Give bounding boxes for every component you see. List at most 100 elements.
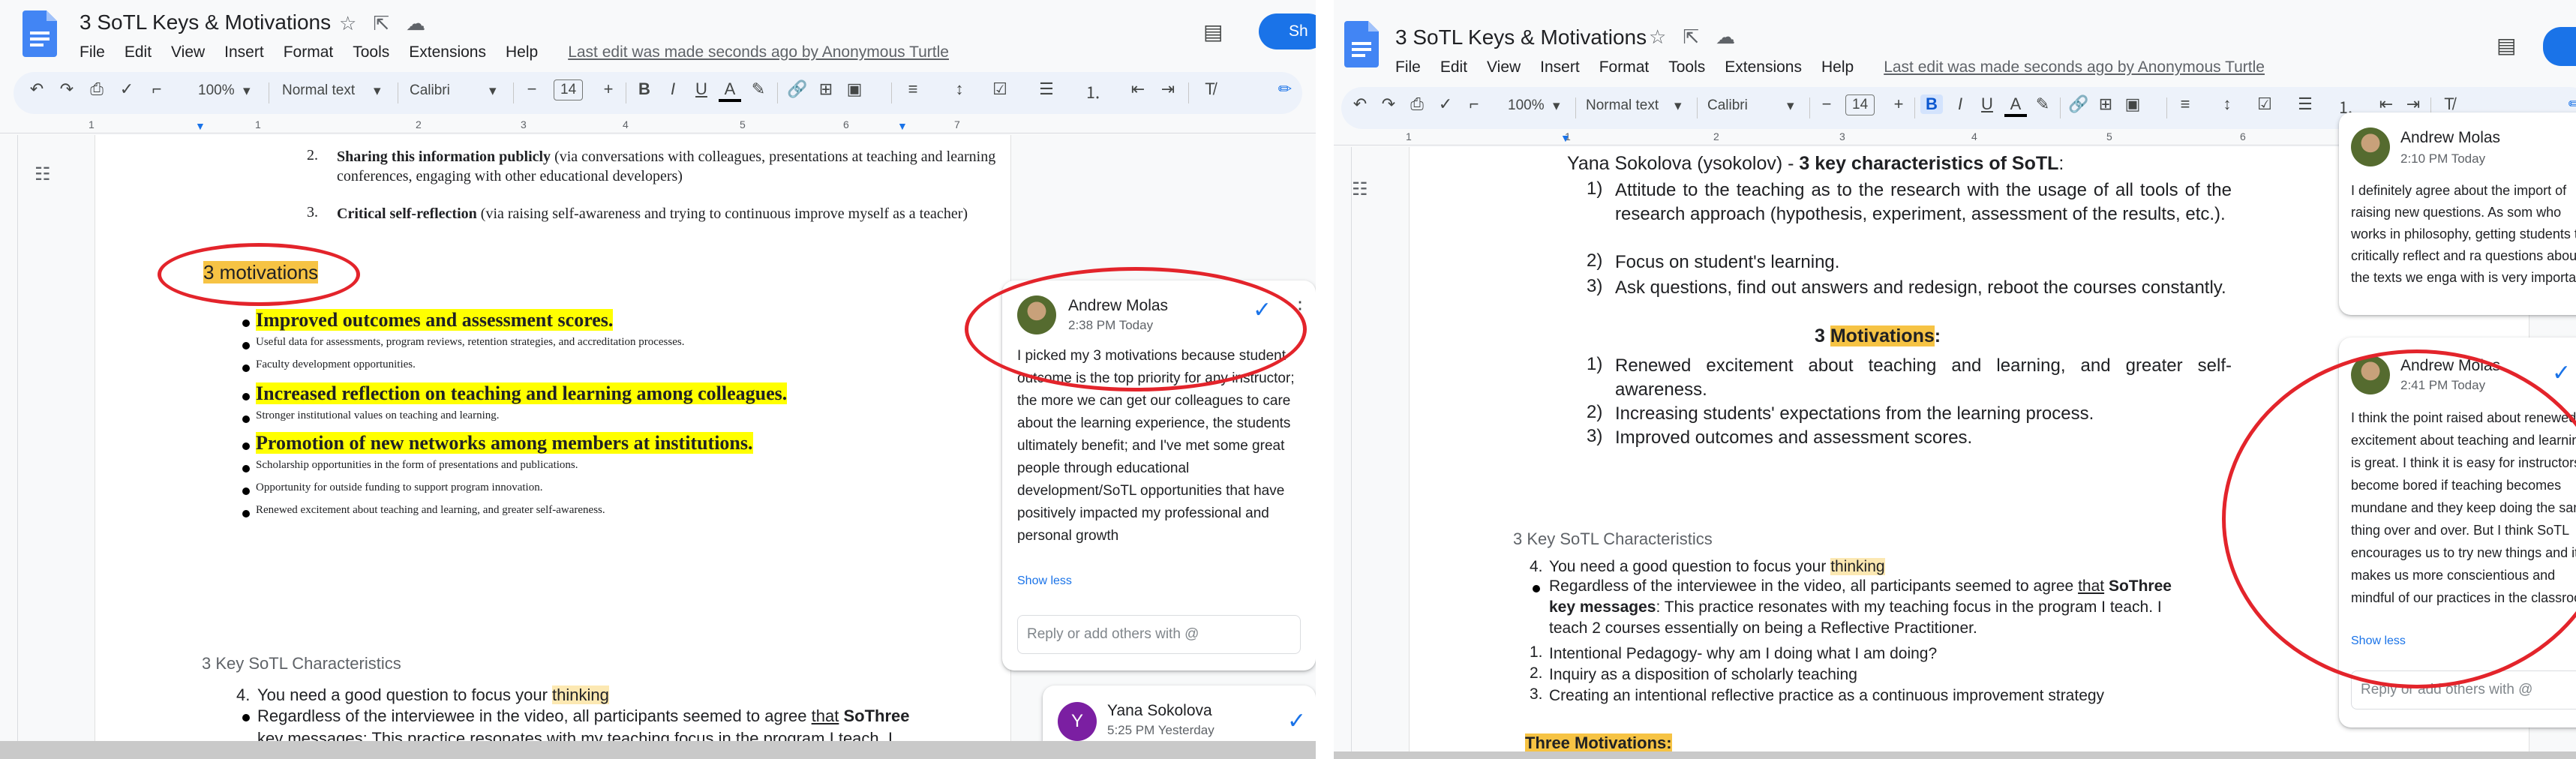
menu-help[interactable]: Help xyxy=(1821,58,1854,76)
clear-format-icon[interactable]: T̸ xyxy=(2438,94,2460,114)
bullet-list-icon[interactable]: ☰ xyxy=(1035,80,1058,99)
checklist-icon[interactable]: ☑ xyxy=(989,80,1011,99)
menu-tools[interactable]: Tools xyxy=(353,44,389,62)
edit-mode-icon[interactable]: ✏ xyxy=(2564,94,2576,114)
vertical-ruler[interactable] xyxy=(1334,147,1352,759)
reply-input[interactable]: Reply or add others with @ xyxy=(1017,615,1301,654)
heading-word[interactable]: Motivations xyxy=(1830,326,1935,346)
share-button[interactable] xyxy=(2543,27,2576,66)
show-less-link[interactable]: Show less xyxy=(1017,574,1072,588)
docs-logo-icon[interactable] xyxy=(1344,21,1379,68)
zoom-select[interactable]: 100% xyxy=(198,82,235,99)
menu-file[interactable]: File xyxy=(1395,58,1421,76)
font-size-input[interactable]: 14 xyxy=(1845,94,1875,116)
outline-icon[interactable]: ☷ xyxy=(1352,178,1376,202)
docs-logo-icon[interactable] xyxy=(23,10,57,57)
clear-format-icon[interactable]: T̸ xyxy=(1199,80,1221,99)
menu-format[interactable]: Format xyxy=(1599,58,1650,76)
menu-insert[interactable]: Insert xyxy=(1540,58,1580,76)
menu-format[interactable]: Format xyxy=(284,44,334,62)
commented-text[interactable]: thinking xyxy=(552,686,609,704)
comment-history-icon[interactable]: ▤ xyxy=(1203,20,1223,44)
font-size-increase-button[interactable]: + xyxy=(1887,94,1910,114)
comment-history-icon[interactable]: ▤ xyxy=(2496,33,2516,58)
last-edit-link[interactable]: Last edit was made seconds ago by Anonym… xyxy=(1884,58,2265,76)
text-color-button[interactable]: A xyxy=(719,80,741,102)
chevron-down-icon[interactable]: ▾ xyxy=(1674,98,1682,115)
text-color-button[interactable]: A xyxy=(2004,94,2027,117)
chevron-down-icon[interactable]: ▾ xyxy=(1787,98,1794,115)
resolve-check-icon[interactable]: ✓ xyxy=(1287,708,1306,734)
line-spacing-icon[interactable]: ↕ xyxy=(2216,94,2238,114)
horizontal-scrollbar[interactable] xyxy=(0,741,1316,759)
menu-view[interactable]: View xyxy=(171,44,205,62)
menu-view[interactable]: View xyxy=(1487,58,1521,76)
chevron-down-icon[interactable]: ▾ xyxy=(1553,98,1560,115)
menu-insert[interactable]: Insert xyxy=(224,44,264,62)
menu-edit[interactable]: Edit xyxy=(1440,58,1467,76)
chevron-down-icon[interactable]: ▾ xyxy=(489,82,497,100)
resolve-check-icon[interactable]: ✓ xyxy=(2552,360,2571,386)
commented-text[interactable]: thinking xyxy=(1830,558,1885,575)
horizontal-scrollbar[interactable] xyxy=(1334,752,2576,759)
menu-extensions[interactable]: Extensions xyxy=(1725,58,1802,76)
align-icon[interactable]: ≡ xyxy=(902,80,924,99)
edit-mode-icon[interactable]: ✏ xyxy=(1274,80,1296,99)
line-spacing-icon[interactable]: ↕ xyxy=(948,80,971,99)
menu-extensions[interactable]: Extensions xyxy=(409,44,486,62)
numbered-list-icon[interactable]: ⒈ xyxy=(1082,80,1104,104)
italic-button[interactable]: I xyxy=(1949,94,1971,114)
add-comment-icon[interactable]: ⊞ xyxy=(815,80,837,99)
horizontal-ruler[interactable]: 1 1 2 3 4 5 6 7 ▼ ▼ xyxy=(0,117,1316,134)
vertical-ruler[interactable] xyxy=(0,135,18,759)
align-icon[interactable]: ≡ xyxy=(2174,94,2196,114)
comment-card[interactable]: Andrew Molas 2:10 PM Today I definitely … xyxy=(2339,112,2576,315)
print-icon[interactable]: ⎙ xyxy=(1406,94,1428,114)
redo-icon[interactable]: ↷ xyxy=(56,80,78,99)
cloud-icon[interactable]: ☁ xyxy=(1716,26,1735,49)
spellcheck-icon[interactable]: ✓ xyxy=(116,80,138,99)
add-comment-icon[interactable]: ⊞ xyxy=(2094,94,2117,114)
checklist-icon[interactable]: ☑ xyxy=(2253,94,2276,114)
redo-icon[interactable]: ↷ xyxy=(1377,94,1400,114)
indent-marker[interactable]: ▼ xyxy=(897,120,908,132)
menu-edit[interactable]: Edit xyxy=(125,44,152,62)
indent-increase-icon[interactable]: ⇥ xyxy=(1157,80,1179,99)
menu-file[interactable]: File xyxy=(80,44,105,62)
highlight-icon[interactable]: ✎ xyxy=(747,80,770,99)
indent-marker[interactable]: ▼ xyxy=(195,120,206,132)
indent-decrease-icon[interactable]: ⇤ xyxy=(2375,94,2397,114)
italic-button[interactable]: I xyxy=(662,80,684,99)
font-select[interactable]: Calibri xyxy=(410,82,450,99)
highlight-icon[interactable]: ✎ xyxy=(2031,94,2054,114)
style-select[interactable]: Normal text xyxy=(282,82,355,99)
doc-title[interactable]: 3 SoTL Keys & Motivations xyxy=(1395,26,1647,50)
font-size-increase-button[interactable]: + xyxy=(597,80,620,99)
font-size-decrease-button[interactable]: − xyxy=(1815,94,1838,114)
underline-button[interactable]: U xyxy=(1976,94,1998,114)
doc-title[interactable]: 3 SoTL Keys & Motivations xyxy=(80,10,331,34)
star-icon[interactable]: ☆ xyxy=(1649,26,1666,49)
style-select[interactable]: Normal text xyxy=(1586,98,1659,114)
zoom-select[interactable]: 100% xyxy=(1508,98,1545,114)
font-size-decrease-button[interactable]: − xyxy=(521,80,543,99)
print-icon[interactable]: ⎙ xyxy=(86,80,108,99)
indent-marker[interactable]: ▼ xyxy=(1560,132,1571,144)
menu-help[interactable]: Help xyxy=(506,44,538,62)
move-icon[interactable]: ⇱ xyxy=(1683,26,1699,49)
paint-format-icon[interactable]: ⌐ xyxy=(1463,94,1485,114)
link-icon[interactable]: 🔗 xyxy=(786,80,809,99)
document-page[interactable]: 2. Sharing this information publicly (vi… xyxy=(95,135,1011,748)
outline-icon[interactable]: ☷ xyxy=(35,164,59,188)
move-icon[interactable]: ⇱ xyxy=(373,12,389,35)
undo-icon[interactable]: ↶ xyxy=(1349,94,1371,114)
font-select[interactable]: Calibri xyxy=(1707,98,1748,114)
bold-button[interactable]: B xyxy=(1920,94,1943,114)
menu-tools[interactable]: Tools xyxy=(1668,58,1705,76)
share-button[interactable]: Sh xyxy=(1259,14,1316,50)
last-edit-link[interactable]: Last edit was made seconds ago by Anonym… xyxy=(568,44,949,62)
bold-button[interactable]: B xyxy=(633,80,656,99)
chevron-down-icon[interactable]: ▾ xyxy=(243,82,251,100)
undo-icon[interactable]: ↶ xyxy=(26,80,48,99)
underline-button[interactable]: U xyxy=(690,80,713,99)
